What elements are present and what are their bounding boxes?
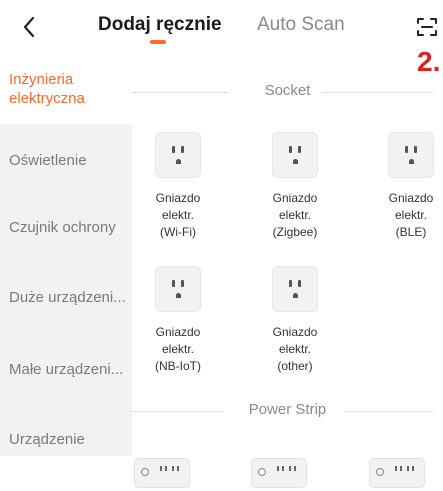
device-socket-other[interactable]: Gniazdo elektr. (other)	[249, 266, 341, 375]
tab-auto-scan[interactable]: Auto Scan	[257, 14, 345, 36]
sidebar-item-security-sensor[interactable]: Czujnik ochrony	[9, 218, 127, 237]
device-name: Gniazdo elektr. (Zigbee)	[272, 191, 318, 239]
socket-icon	[388, 132, 434, 178]
device-name: Gniazdo elektr. (BLE)	[388, 191, 434, 239]
top-bar: Dodaj ręcznie Auto Scan 2.	[0, 0, 443, 76]
active-tab-indicator	[150, 40, 166, 44]
chevron-left-icon	[23, 16, 35, 38]
device-socket-nbiot[interactable]: Gniazdo elektr. (NB-IoT)	[132, 266, 224, 375]
sidebar-item-device[interactable]: Urządzenie	[9, 430, 127, 449]
sidebar-item-electrical[interactable]: Inżynieria elektryczna	[9, 70, 127, 108]
scan-icon	[417, 18, 437, 36]
tab-manual[interactable]: Dodaj ręcznie	[98, 14, 222, 36]
category-sidebar: Inżynieria elektryczna Oświetlenie Czujn…	[0, 56, 132, 456]
sidebar-item-small-appliances[interactable]: Małe urządzeni...	[9, 360, 127, 379]
section-header-power-strip: Power Strip	[132, 401, 443, 421]
socket-icon	[155, 132, 201, 178]
section-title: Power Strip	[240, 401, 335, 418]
scan-button[interactable]	[415, 15, 439, 39]
section-header-socket: Socket	[132, 82, 443, 102]
device-socket-zigbee[interactable]: Gniazdo elektr. (Zigbee)	[249, 132, 341, 241]
power-strip-icon[interactable]	[369, 458, 425, 488]
power-strip-icon[interactable]	[251, 458, 307, 488]
socket-icon	[272, 266, 318, 312]
power-strip-icon[interactable]	[134, 458, 190, 488]
device-socket-ble[interactable]: Gniazdo elektr. (BLE)	[365, 132, 443, 241]
device-list: Socket Gniazdo elektr. (Wi-Fi) Gniazdo e…	[132, 56, 443, 491]
sidebar-item-large-appliances[interactable]: Duże urządzeni...	[9, 288, 127, 307]
sidebar-item-lighting[interactable]: Oświetlenie	[9, 151, 127, 170]
device-name: Gniazdo elektr. (other)	[272, 325, 318, 373]
device-name: Gniazdo elektr. (Wi-Fi)	[155, 191, 201, 239]
socket-icon	[155, 266, 201, 312]
back-button[interactable]	[14, 12, 44, 42]
device-socket-wifi[interactable]: Gniazdo elektr. (Wi-Fi)	[132, 132, 224, 241]
section-title: Socket	[256, 82, 319, 99]
device-name: Gniazdo elektr. (NB-IoT)	[155, 325, 201, 373]
socket-icon	[272, 132, 318, 178]
